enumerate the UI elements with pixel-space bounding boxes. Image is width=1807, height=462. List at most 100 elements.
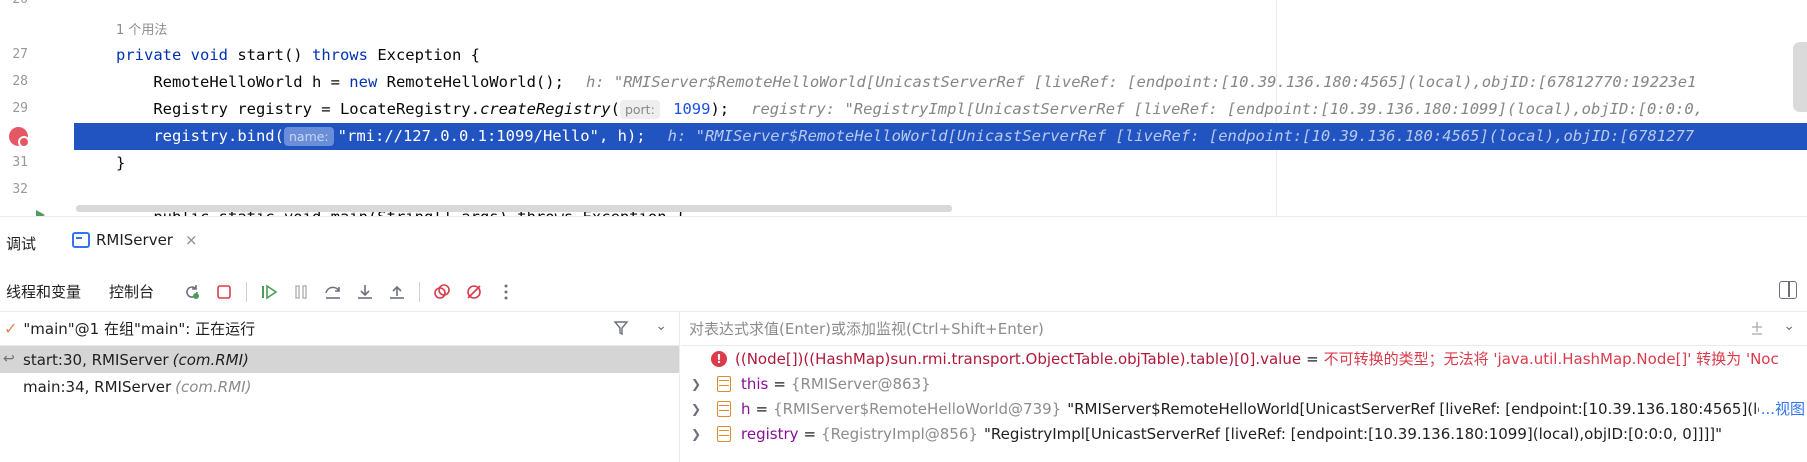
chevron-right-icon[interactable]: ❯ <box>691 402 705 416</box>
variables-panel: 对表达式求值(Enter)或添加监视(Ctrl+Shift+Enter) ⌄ !… <box>681 312 1807 462</box>
return-arrow-icon: ↩ <box>3 351 15 367</box>
variable-type: {RMIServer@863} <box>790 374 931 393</box>
variable-name: registry <box>741 424 799 443</box>
code-line-30-execution-point: registry.bind(name: "rmi://127.0.0.1:1099… <box>74 123 1807 150</box>
debug-toolbar: 线程和变量 控制台 <box>0 272 1807 312</box>
parameter-hint: port: <box>619 100 660 119</box>
line-number: 32 <box>12 182 28 197</box>
inline-debug-value: h: "RMIServer$RemoteHelloWorld[UnicastSe… <box>585 73 1697 91</box>
code-line-28: RemoteHelloWorld h = new RemoteHelloWorl… <box>116 69 1696 96</box>
line-number: 31 <box>12 155 28 170</box>
view-breakpoints-icon[interactable] <box>431 281 453 303</box>
frame-package: (com.RMI) <box>172 350 249 369</box>
resume-icon[interactable] <box>258 281 280 303</box>
line-number: 28 <box>12 74 28 89</box>
keyword: private void <box>116 46 228 64</box>
equals-sign: = <box>803 424 817 443</box>
close-icon[interactable]: × <box>185 231 198 249</box>
frame-package: (com.RMI) <box>175 377 252 396</box>
debug-tool-window-header: 调试 RMIServer × <box>0 216 1807 272</box>
method-name: createRegistry <box>479 100 611 118</box>
code-text: , h); <box>598 127 646 145</box>
code-text: ( <box>610 100 620 118</box>
frame-method: main:34, RMIServer <box>23 377 172 396</box>
field-icon <box>717 400 731 417</box>
chevron-down-icon[interactable]: ⌄ <box>655 318 667 334</box>
toolbar-divider <box>246 281 248 302</box>
number-literal: 1099 <box>663 100 711 118</box>
line-number: 29 <box>12 101 28 116</box>
variable-row[interactable]: ❯ registry = {RegistryImpl@856} "Registr… <box>681 421 1807 446</box>
field-icon <box>717 425 731 442</box>
code-text: } <box>116 154 126 172</box>
code-line-31: } <box>116 150 125 177</box>
rerun-icon[interactable] <box>181 281 203 303</box>
tool-window-title: 调试 <box>6 235 37 253</box>
evaluate-expression-field[interactable]: 对表达式求值(Enter)或添加监视(Ctrl+Shift+Enter) ⌄ <box>681 312 1807 346</box>
breakpoint-icon[interactable] <box>9 127 30 148</box>
variable-type: {RegistryImpl@856} <box>821 424 978 443</box>
variable-type: {RMIServer$RemoteHelloWorld@739} <box>773 399 1062 418</box>
watch-expression: ((Node[])((HashMap)sun.rmi.transport.Obj… <box>735 349 1302 368</box>
tab-label: RMIServer <box>96 231 173 249</box>
code-line-29: Registry registry = LocateRegistry.creat… <box>116 96 1703 123</box>
line-number: 27 <box>12 47 28 62</box>
field-icon <box>717 375 731 392</box>
chevron-down-icon[interactable]: ⌄ <box>1783 318 1795 334</box>
code-editor[interactable]: 26 27 28 29 31 32 1 个用法 private void sta… <box>0 0 1807 216</box>
step-over-icon[interactable] <box>322 281 344 303</box>
code-text: Exception { <box>367 46 480 64</box>
add-watch-icon[interactable] <box>1749 320 1765 340</box>
thread-selector[interactable]: ✓ "main"@1 在组"main": 正在运行 ⌄ <box>0 312 679 346</box>
parameter-hint: name: <box>283 127 334 146</box>
code-text: start() <box>227 46 312 64</box>
variable-name: this <box>741 374 769 393</box>
error-message: 不可转换的类型；无法将 'java.util.HashMap.Node[]' 转… <box>1323 350 1779 368</box>
tab-console[interactable]: 控制台 <box>101 281 162 302</box>
layout-settings-icon[interactable] <box>1779 281 1797 299</box>
horizontal-scrollbar[interactable] <box>76 205 952 212</box>
variable-row[interactable]: ❯ h = {RMIServer$RemoteHelloWorld@739} "… <box>681 396 1807 421</box>
equals-sign: = <box>773 374 786 393</box>
tab-rmiserver[interactable]: RMIServer × <box>72 231 198 249</box>
toolbar-divider <box>419 281 421 302</box>
thread-label: "main"@1 在组"main": 正在运行 <box>23 320 256 338</box>
stack-frame[interactable]: main:34, RMIServer (com.RMI) <box>0 373 679 400</box>
editor-gutter[interactable]: 26 27 28 29 31 32 <box>0 0 74 216</box>
more-options-icon[interactable] <box>495 281 517 303</box>
chevron-right-icon[interactable]: ❯ <box>691 427 705 441</box>
mute-breakpoints-icon[interactable] <box>463 281 485 303</box>
code-text: Registry registry = LocateRegistry. <box>116 100 480 118</box>
variable-row[interactable]: ❯ this = {RMIServer@863} <box>681 371 1807 396</box>
filter-icon[interactable] <box>613 320 629 340</box>
tab-threads-variables[interactable]: 线程和变量 <box>0 281 89 302</box>
variable-value: "RMIServer$RemoteHelloWorld[UnicastServe… <box>1067 399 1766 418</box>
step-into-icon[interactable] <box>354 281 376 303</box>
string-literal: "rmi://127.0.0.1:1099/Hello" <box>337 127 599 145</box>
variable-value: "RegistryImpl[UnicastServerRef [liveRef:… <box>983 424 1723 443</box>
step-out-icon[interactable] <box>386 281 408 303</box>
line-number: 26 <box>0 0 28 7</box>
keyword: new <box>349 73 378 91</box>
checkmark-icon: ✓ <box>4 319 18 338</box>
frame-method: start:30, RMIServer <box>23 350 169 369</box>
view-link[interactable]: ...视图 <box>1758 398 1805 419</box>
keyword: throws <box>311 46 368 64</box>
stop-icon[interactable] <box>213 281 235 303</box>
code-text: registry.bind( <box>116 127 284 145</box>
vertical-scrollbar[interactable] <box>1793 42 1807 112</box>
watch-error-row[interactable]: ! ((Node[])((HashMap)sun.rmi.transport.O… <box>681 346 1807 371</box>
code-text: RemoteHelloWorld h = <box>116 73 350 91</box>
code-text: ); <box>710 100 730 118</box>
code-text: RemoteHelloWorld(); <box>377 73 564 91</box>
equals-sign: = <box>1306 349 1319 368</box>
usages-hint[interactable]: 1 个用法 <box>116 19 167 38</box>
chevron-right-icon[interactable]: ❯ <box>691 377 705 391</box>
equals-sign: = <box>755 399 769 418</box>
pause-icon[interactable] <box>290 281 312 303</box>
stack-frame[interactable]: ↩ start:30, RMIServer (com.RMI) <box>0 346 679 373</box>
frames-panel: ✓ "main"@1 在组"main": 正在运行 ⌄ ↩ start:30, … <box>0 312 680 462</box>
run-config-icon <box>72 232 90 248</box>
evaluate-placeholder: 对表达式求值(Enter)或添加监视(Ctrl+Shift+Enter) <box>689 320 1044 338</box>
code-line-27: private void start() throws Exception { <box>116 42 480 69</box>
